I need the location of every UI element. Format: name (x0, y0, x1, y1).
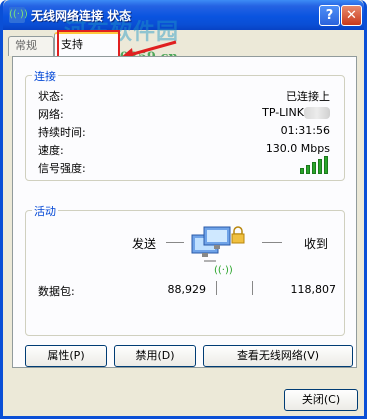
status-value: 已连接上 (286, 90, 330, 103)
speed-value: 130.0 Mbps (265, 142, 330, 155)
network-activity-icon: ((·)) (191, 226, 245, 276)
packets-received-value: 118,807 (290, 283, 337, 296)
speed-row: 速度: 130.0 Mbps (38, 142, 330, 158)
sent-label: 发送 (132, 237, 157, 251)
network-label: 网络: (38, 108, 64, 121)
activity-group-title: 活动 (32, 203, 58, 219)
connection-group: 连接 状态: 已连接上 网络: TP-LINK 持续时间: 01:31:56 速… (25, 68, 345, 181)
signal-bar (306, 165, 310, 174)
signal-bar (324, 156, 328, 174)
packets-label: 数据包: (38, 285, 75, 298)
signal-strength-icon (300, 156, 330, 174)
network-value-wrap: TP-LINK (262, 106, 330, 119)
duration-label: 持续时间: (38, 126, 86, 139)
svg-text:((·)): ((·)) (214, 265, 233, 276)
received-tick (252, 281, 253, 295)
blurred-ssid (304, 107, 330, 119)
duration-value: 01:31:56 (280, 124, 330, 137)
network-row: 网络: TP-LINK (38, 106, 330, 122)
signal-label: 信号强度: (38, 162, 86, 175)
sent-line (166, 242, 184, 243)
close-window-button[interactable]: ✕ (341, 5, 362, 26)
wireless-network-icon: ((·)) (9, 7, 28, 23)
help-button[interactable]: ? (319, 5, 340, 26)
connection-group-title: 连接 (32, 68, 58, 84)
tab-panel: 连接 状态: 已连接上 网络: TP-LINK 持续时间: 01:31:56 速… (12, 56, 357, 368)
signal-bar (318, 159, 322, 174)
duration-row: 持续时间: 01:31:56 (38, 124, 330, 140)
signal-bar (300, 168, 304, 174)
network-value: TP-LINK (262, 106, 304, 119)
tab-general[interactable]: 常规 (8, 36, 54, 56)
status-row: 状态: 已连接上 (38, 88, 330, 104)
received-label: 收到 (304, 237, 329, 251)
properties-button[interactable]: 属性(P) (25, 345, 107, 367)
received-line (262, 242, 282, 243)
packets-sent-value: 88,929 (167, 283, 207, 296)
status-label: 状态: (38, 90, 64, 103)
title-bar[interactable]: ((·)) 无线网络连接 状态 ? ✕ (3, 0, 364, 30)
signal-row: 信号强度: (38, 156, 330, 176)
signal-bar (312, 162, 316, 174)
speed-label: 速度: (38, 144, 64, 157)
activity-group: 活动 发送 收到 ((·)) 数据包: 88,929 118,807 (25, 203, 345, 336)
view-networks-button[interactable]: 查看无线网络(V) (203, 345, 353, 367)
sent-tick (216, 281, 217, 295)
close-button[interactable]: 关闭(C) (284, 389, 358, 411)
disable-button[interactable]: 禁用(D) (114, 345, 196, 367)
